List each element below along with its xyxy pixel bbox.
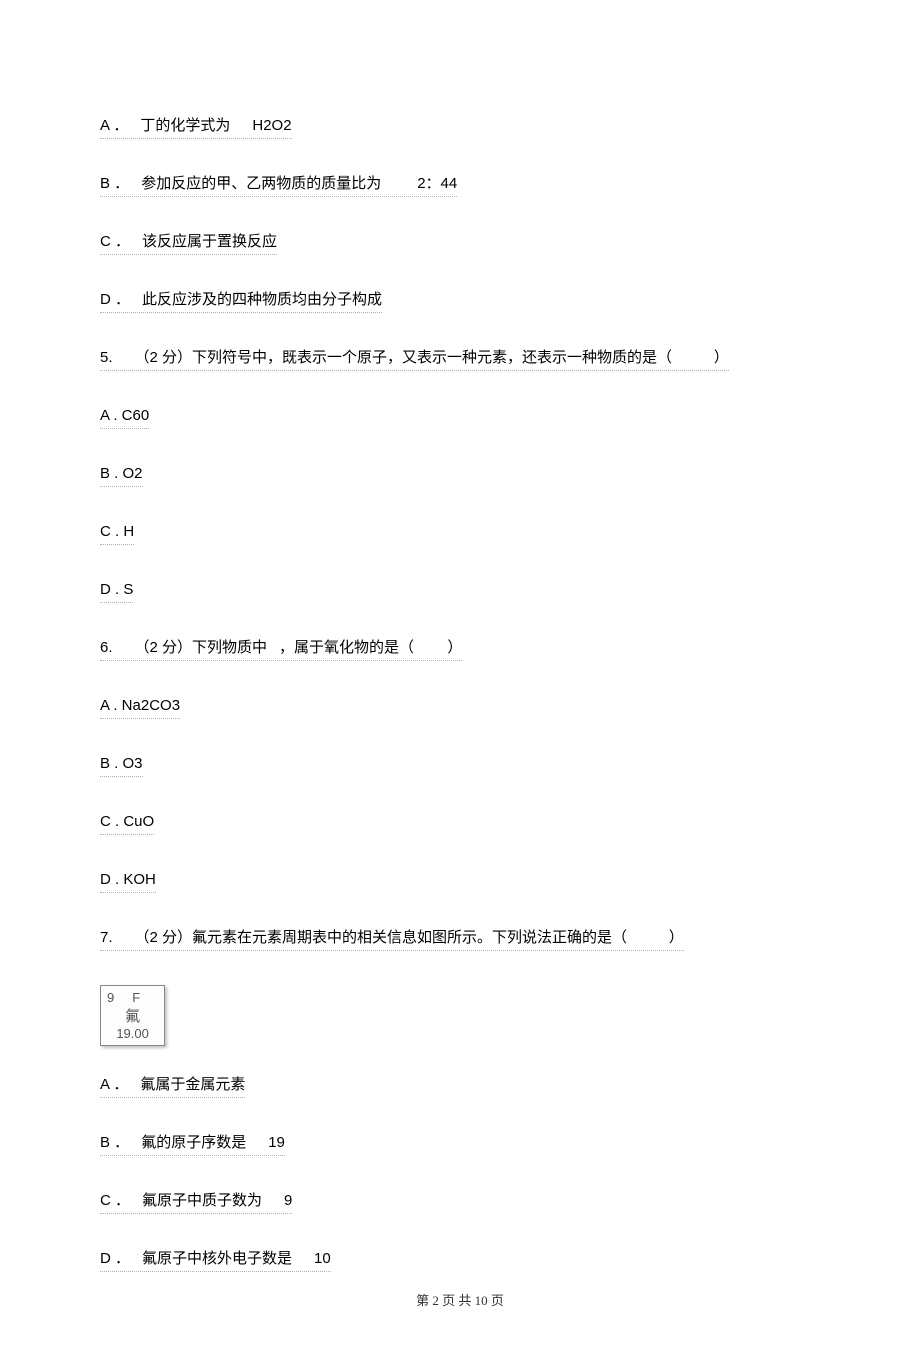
- question-text-1: 下列物质中: [192, 639, 267, 656]
- option-letter: C ．: [100, 233, 130, 250]
- option-value: 9: [284, 1192, 292, 1209]
- q6-option-a: A . Na2CO3: [100, 695, 180, 719]
- element-mass: 19.00: [107, 1026, 158, 1041]
- q7-stem: 7. （2 分）氟元素在元素周期表中的相关信息如图所示。下列说法正确的是（ ）: [100, 927, 684, 951]
- q6-option-b: B . O3: [100, 753, 143, 777]
- answer-blank: [627, 929, 669, 946]
- q6-stem: 6. （2 分）下列物质中 ，属于氧化物的是（ ）: [100, 637, 462, 661]
- q4-option-d: D ． 此反应涉及的四种物质均由分子构成: [100, 289, 382, 313]
- q4-option-a: A ． 丁的化学式为 H2O2: [100, 115, 292, 139]
- page-footer: 第 2 页 共 10 页: [100, 1290, 820, 1309]
- answer-blank: [414, 639, 447, 656]
- option-letter: B ．: [100, 175, 129, 192]
- periodic-element-card: 9F 氟 19.00: [100, 985, 165, 1046]
- option-letter: B ．: [100, 1134, 129, 1151]
- option-letter: D ．: [100, 1250, 130, 1267]
- answer-blank: [672, 349, 714, 366]
- q5-option-c: C . H: [100, 521, 134, 545]
- option-letter: A ．: [100, 1076, 128, 1093]
- q5-stem: 5.（2 分）下列符号中，既表示一个原子，又表示一种元素，还表示一种物质的是（ …: [100, 347, 729, 371]
- close-paren: ）: [447, 639, 462, 656]
- option-text: 此反应涉及的四种物质均由分子构成: [142, 291, 382, 308]
- option-text: 该反应属于置换反应: [142, 233, 277, 250]
- close-paren: ）: [714, 349, 729, 366]
- option-text: 参加反应的甲、乙两物质的质量比为: [141, 175, 381, 192]
- q4-option-b: B ． 参加反应的甲、乙两物质的质量比为 2：44: [100, 173, 457, 197]
- q7-option-b: B ． 氟的原子序数是 19: [100, 1132, 285, 1156]
- exam-page: A ． 丁的化学式为 H2O2 B ． 参加反应的甲、乙两物质的质量比为 2：44 C …: [0, 0, 920, 1349]
- option-formula: H2O2: [252, 117, 291, 134]
- q5-option-a: A . C60: [100, 405, 149, 429]
- question-number: 7.: [100, 929, 113, 946]
- option-value: 2：44: [417, 175, 457, 192]
- element-top-row: 9F: [107, 990, 158, 1005]
- option-text: 丁的化学式为: [140, 117, 230, 134]
- q7-option-c: C ． 氟原子中质子数为 9: [100, 1190, 292, 1214]
- q5-option-d: D . S: [100, 579, 133, 603]
- option-letter: C ．: [100, 1192, 130, 1209]
- question-number: 5.: [100, 349, 113, 366]
- option-letter: A ．: [100, 117, 128, 134]
- q6-option-c: C . CuO: [100, 811, 154, 835]
- question-points: （2 分）: [135, 639, 193, 656]
- q5-option-b: B . O2: [100, 463, 143, 487]
- question-points: （2 分）: [135, 349, 193, 366]
- option-value: 19: [268, 1134, 285, 1151]
- element-name: 氟: [107, 1005, 158, 1026]
- q7-option-d: D ． 氟原子中核外电子数是 10: [100, 1248, 331, 1272]
- option-text: 氟原子中质子数为: [142, 1192, 262, 1209]
- q4-option-c: C ． 该反应属于置换反应: [100, 231, 277, 255]
- question-text: 氟元素在元素周期表中的相关信息如图所示。下列说法正确的是（: [192, 929, 627, 946]
- option-letter: D ．: [100, 291, 130, 308]
- option-text: 氟属于金属元素: [140, 1076, 245, 1093]
- question-text-2: ，属于氧化物的是（: [279, 639, 414, 656]
- option-text: 氟原子中核外电子数是: [142, 1250, 292, 1267]
- q7-option-a: A ． 氟属于金属元素: [100, 1074, 245, 1098]
- q6-option-d: D . KOH: [100, 869, 156, 893]
- option-text: 氟的原子序数是: [141, 1134, 246, 1151]
- close-paren: ）: [669, 929, 684, 946]
- question-text: 下列符号中，既表示一个原子，又表示一种元素，还表示一种物质的是（: [192, 349, 672, 366]
- option-value: 10: [314, 1250, 331, 1267]
- question-points: （2 分）: [135, 929, 193, 946]
- question-number: 6.: [100, 639, 113, 656]
